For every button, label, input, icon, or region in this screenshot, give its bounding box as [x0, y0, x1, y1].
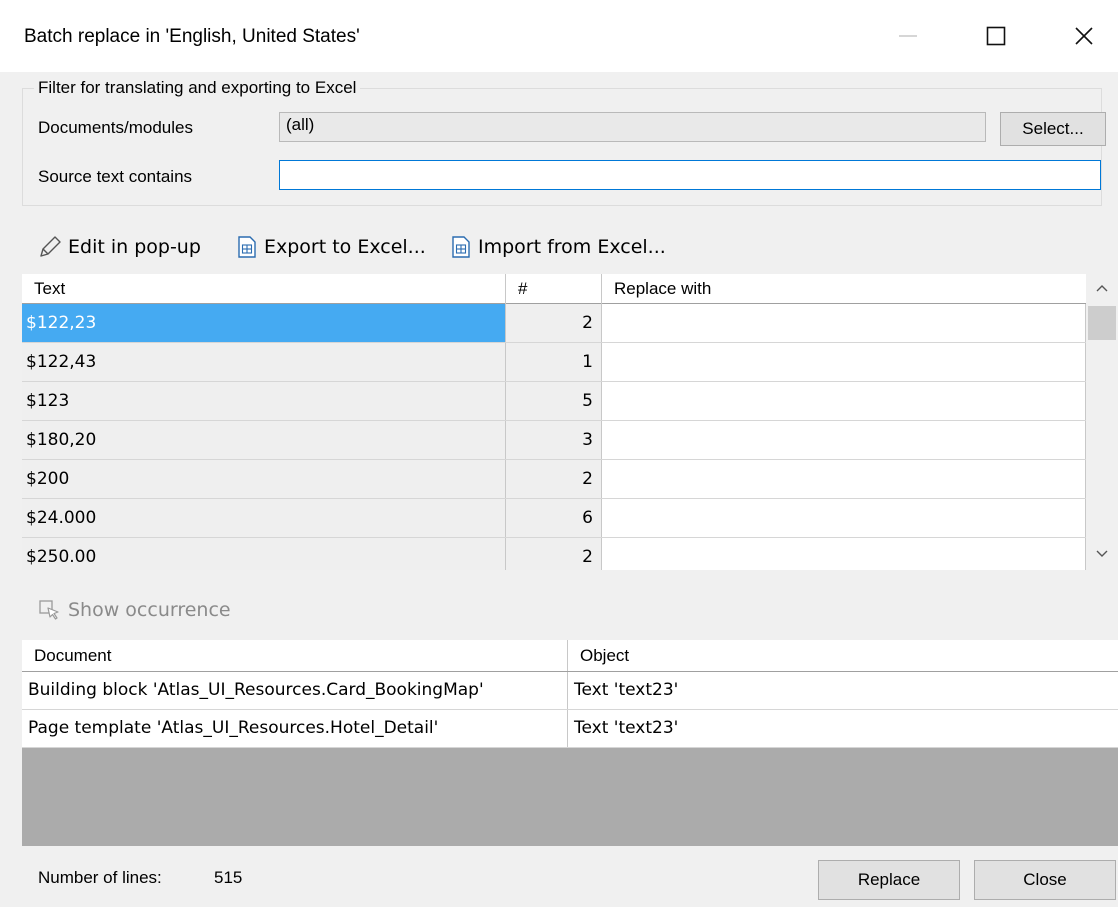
cell-replace[interactable]	[602, 538, 1086, 570]
pencil-icon	[40, 236, 61, 257]
cell-replace[interactable]	[602, 304, 1086, 342]
scrollbar-thumb[interactable]	[1088, 306, 1116, 340]
chevron-up-icon	[1096, 285, 1108, 292]
table-row[interactable]: $200 2	[22, 460, 1086, 499]
cell-object: Text 'text23'	[574, 718, 679, 738]
table-row[interactable]: $180,20 3	[22, 421, 1086, 460]
export-to-excel-button[interactable]: Export to Excel...	[236, 230, 426, 264]
occurrence-grid: Document Object Building block 'Atlas_UI…	[22, 640, 1118, 846]
show-occurrence-button[interactable]: Show occurrence	[38, 598, 231, 622]
occurrence-header: Document Object	[22, 640, 1118, 672]
cell-replace[interactable]	[602, 499, 1086, 537]
column-header-count[interactable]: #	[506, 274, 602, 304]
occurrence-row[interactable]: Page template 'Atlas_UI_Resources.Hotel_…	[22, 710, 1118, 748]
minimize-icon	[899, 35, 917, 37]
grid-header: Text # Replace with	[22, 274, 1086, 304]
cell-count: 3	[506, 421, 602, 459]
translation-grid: Text # Replace with $122,23 2 $122,43 1 …	[22, 274, 1086, 570]
table-row[interactable]: $24.000 6	[22, 499, 1086, 538]
import-from-excel-label: Import from Excel...	[478, 236, 666, 258]
number-of-lines-value: 515	[214, 868, 243, 887]
column-header-document[interactable]: Document	[22, 640, 568, 671]
chevron-down-icon	[1096, 550, 1108, 557]
cell-replace[interactable]	[602, 343, 1086, 381]
window-title: Batch replace in 'English, United States…	[24, 26, 360, 47]
close-button[interactable]: Close	[974, 860, 1116, 900]
cell-count: 2	[506, 304, 602, 342]
source-text-input[interactable]	[279, 160, 1101, 190]
cell-text: $122,23	[22, 304, 506, 342]
table-row[interactable]: $122,23 2	[22, 304, 1086, 343]
table-row[interactable]: $250.00 2	[22, 538, 1086, 570]
import-from-excel-button[interactable]: Import from Excel...	[450, 230, 666, 264]
cell-count: 5	[506, 382, 602, 420]
replace-button[interactable]: Replace	[818, 860, 960, 900]
filter-legend: Filter for translating and exporting to …	[34, 78, 361, 98]
spreadsheet-icon	[238, 236, 256, 258]
cell-document: Page template 'Atlas_UI_Resources.Hotel_…	[22, 710, 568, 747]
find-occurrence-icon	[39, 600, 59, 620]
maximize-button[interactable]	[966, 14, 1026, 58]
cell-replace[interactable]	[602, 382, 1086, 420]
occurrence-row[interactable]: Building block 'Atlas_UI_Resources.Card_…	[22, 672, 1118, 710]
minimize-button[interactable]	[878, 14, 938, 58]
maximize-icon	[986, 26, 1006, 46]
scroll-up-button[interactable]	[1093, 280, 1111, 300]
cell-count: 6	[506, 499, 602, 537]
documents-label: Documents/modules	[38, 118, 193, 137]
export-to-excel-label: Export to Excel...	[264, 236, 426, 258]
cell-replace[interactable]	[602, 460, 1086, 498]
spreadsheet-icon	[452, 236, 470, 258]
column-header-object[interactable]: Object	[568, 640, 1118, 671]
scroll-down-button[interactable]	[1093, 546, 1111, 566]
number-of-lines-label: Number of lines:	[38, 868, 162, 887]
close-window-button[interactable]	[1054, 14, 1114, 58]
cell-text: $24.000	[22, 499, 506, 537]
cell-count: 2	[506, 460, 602, 498]
table-row[interactable]: $122,43 1	[22, 343, 1086, 382]
cell-replace[interactable]	[602, 421, 1086, 459]
cell-text: $180,20	[22, 421, 506, 459]
source-text-label: Source text contains	[38, 167, 193, 186]
edit-in-popup-button[interactable]: Edit in pop-up	[38, 230, 201, 264]
column-header-text[interactable]: Text	[22, 274, 506, 304]
cell-document: Building block 'Atlas_UI_Resources.Card_…	[22, 672, 568, 709]
column-header-replace[interactable]: Replace with	[602, 274, 1086, 304]
show-occurrence-label: Show occurrence	[68, 599, 231, 621]
close-icon	[1075, 27, 1093, 45]
cell-text: $122,43	[22, 343, 506, 381]
cell-text: $250.00	[22, 538, 506, 570]
cell-text: $200	[22, 460, 506, 498]
cell-count: 1	[506, 343, 602, 381]
select-button[interactable]: Select...	[1000, 112, 1106, 146]
edit-in-popup-label: Edit in pop-up	[68, 236, 201, 258]
documents-field: (all)	[279, 112, 986, 142]
cell-object: Text 'text23'	[574, 680, 679, 700]
cell-text: $123	[22, 382, 506, 420]
cell-count: 2	[506, 538, 602, 570]
table-row[interactable]: $123 5	[22, 382, 1086, 421]
